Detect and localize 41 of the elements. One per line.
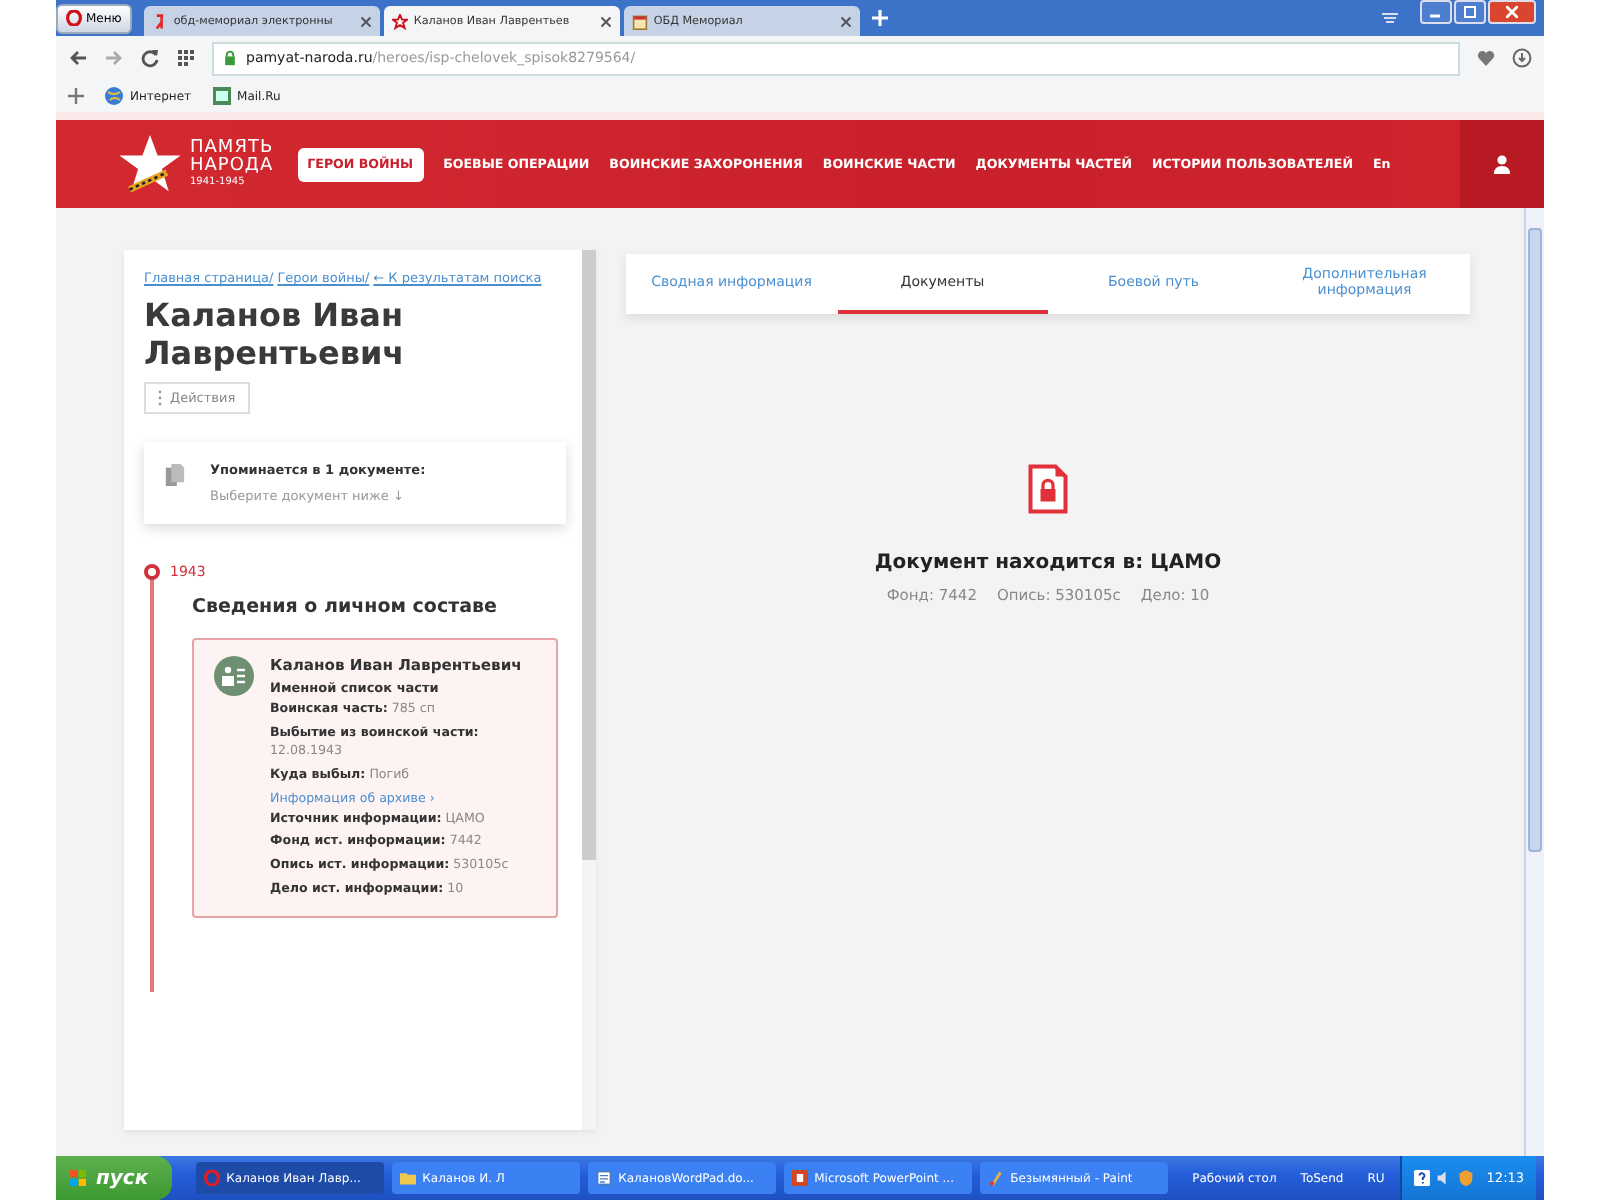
document-icon [596,1170,613,1186]
menu-icon[interactable] [1380,8,1400,28]
help-icon[interactable] [1414,1170,1431,1186]
bookmark-favicon-icon [211,86,232,106]
close-icon [1506,6,1518,18]
timeline-dot [144,564,160,581]
close-icon[interactable] [839,15,852,27]
reload-icon[interactable] [140,48,160,68]
documents-icon [164,462,186,489]
document-location: Документ находится в: ЦАМО [874,552,1222,574]
download-icon[interactable] [1512,48,1532,68]
star-icon [391,13,408,29]
presentation-icon [792,1170,809,1186]
ring-icon [204,1170,221,1186]
heart-icon[interactable] [1476,48,1496,68]
locked-document-icon [1028,462,1068,516]
close-icon[interactable] [599,15,612,27]
grid-icon[interactable] [176,48,196,68]
globe-icon [104,86,124,106]
minimize-button[interactable] [1420,0,1452,24]
user-icon [1492,154,1512,174]
folder-icon [400,1170,417,1186]
windows-flag-icon [68,1168,88,1188]
new-tab-icon[interactable] [871,10,888,26]
close-button[interactable] [1488,0,1536,24]
back-icon[interactable] [68,48,88,68]
brush-icon [988,1170,1005,1186]
close-icon[interactable] [359,15,372,27]
ring-icon [66,10,82,26]
add-bookmark-icon[interactable] [68,88,84,104]
favicon-icon [151,13,168,29]
person-name: Каланов Иван Лаврентьевич [144,296,407,373]
calendar-icon [631,13,648,29]
user-button[interactable] [1460,120,1544,208]
start-button[interactable]: пуск [56,1156,173,1200]
people-icon [214,656,254,697]
record-card[interactable] [192,638,558,918]
section-title: Сведения о личном составе [192,596,499,619]
maximize-icon [1464,6,1476,18]
lock-icon [222,50,238,66]
maximize-button[interactable] [1454,0,1486,24]
